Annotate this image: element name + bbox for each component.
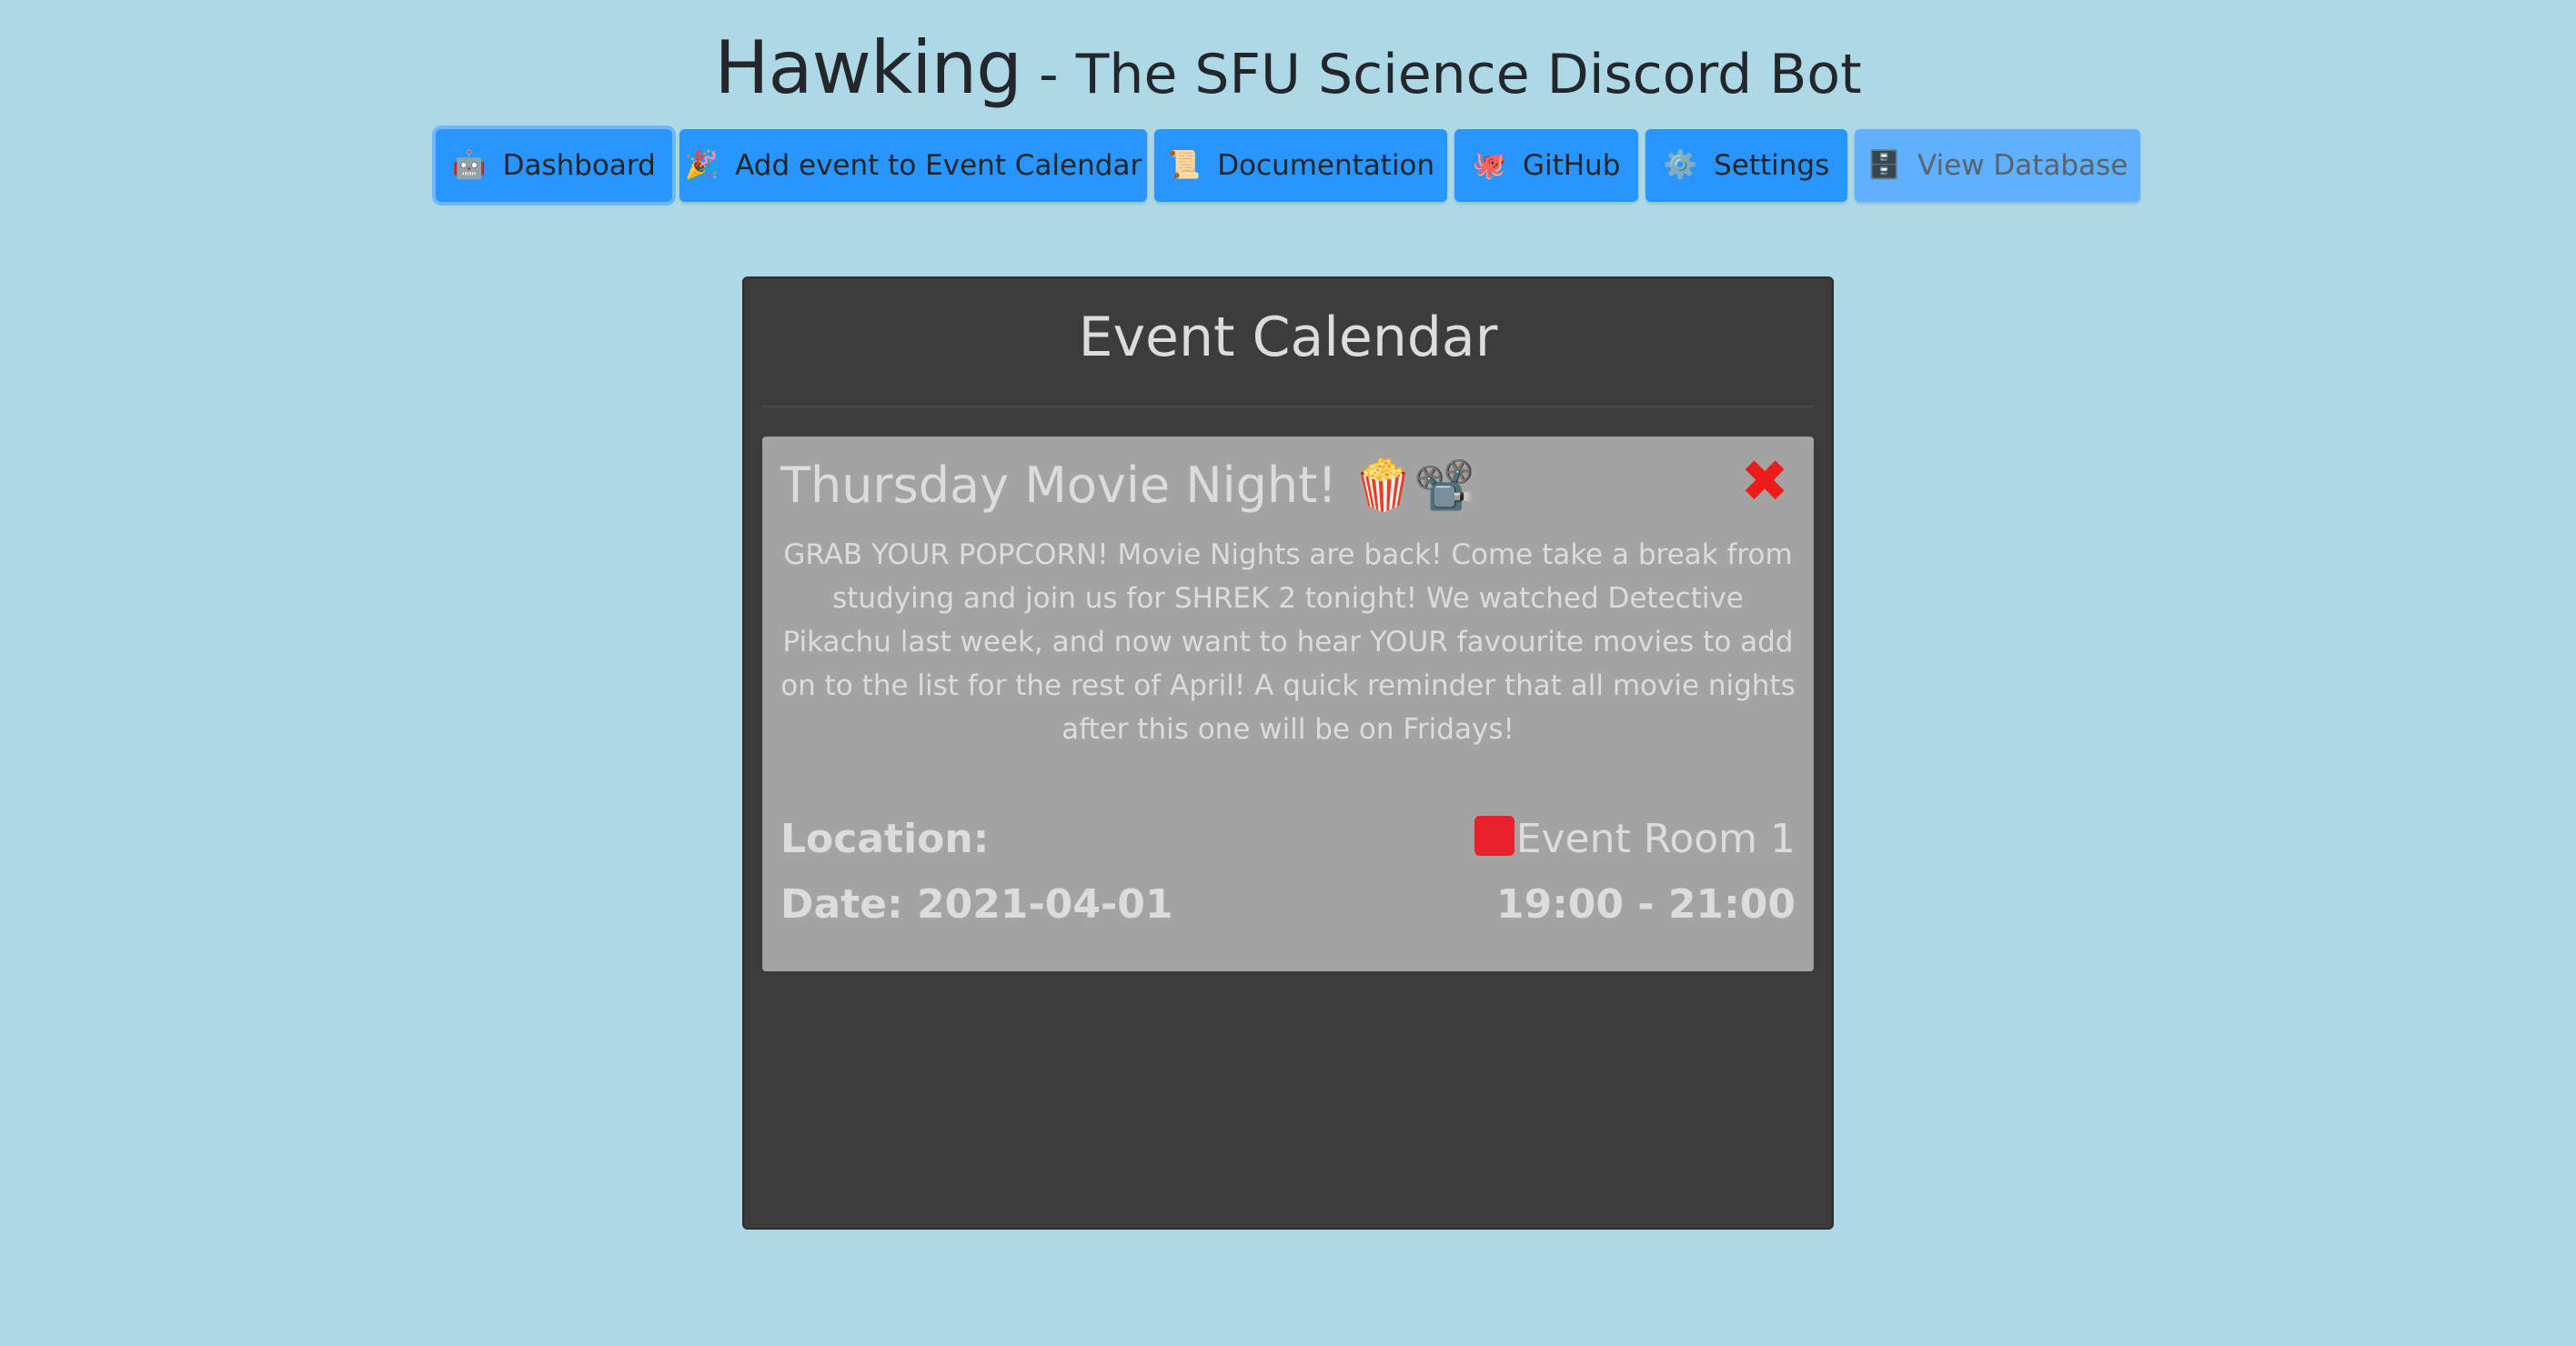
robot-icon: 🤖 — [452, 149, 487, 181]
event-calendar-title: Event Calendar — [1078, 306, 1498, 369]
documentation-button-label: Documentation — [1217, 149, 1435, 182]
github-button-label: GitHub — [1522, 149, 1621, 182]
brand-name: Hawking — [714, 25, 1022, 110]
documentation-button[interactable]: 📜 Documentation — [1154, 129, 1447, 202]
event-location: Event Room 1 — [1474, 815, 1796, 862]
event-time: 19:00 - 21:00 — [1495, 880, 1796, 928]
gear-icon: ⚙️ — [1663, 149, 1698, 181]
event-title: Thursday Movie Night! 🍿📽️ — [780, 457, 1475, 514]
event-location-row: Location: Event Room 1 — [780, 811, 1796, 866]
event-date: Date: 2021-04-01 — [780, 880, 1173, 928]
event-calendar-panel: Event Calendar Thursday Movie Night! 🍿📽️… — [742, 276, 1834, 1230]
settings-button[interactable]: ⚙️ Settings — [1645, 129, 1847, 202]
add-event-button[interactable]: 🎉 Add event to Event Calendar — [679, 129, 1147, 202]
event-location-label: Location: — [780, 815, 990, 862]
close-icon[interactable]: ✖ — [1737, 453, 1792, 511]
dashboard-button-label: Dashboard — [502, 149, 656, 182]
event-card: Thursday Movie Night! 🍿📽️ ✖ GRAB YOUR PO… — [762, 437, 1814, 971]
view-database-button-label: View Database — [1917, 149, 2128, 182]
page: Hawking - The SFU Science Discord Bot 🤖 … — [0, 0, 2576, 1346]
nav-bar: 🤖 Dashboard 🎉 Add event to Event Calenda… — [436, 129, 2140, 202]
add-event-button-label: Add event to Event Calendar — [735, 149, 1142, 182]
panel-divider — [762, 406, 1814, 407]
scroll-icon: 📜 — [1166, 149, 1202, 181]
settings-button-label: Settings — [1714, 149, 1830, 182]
file-cabinet-icon: 🗄️ — [1867, 149, 1901, 181]
event-location-value: Event Room 1 — [1515, 815, 1796, 862]
dashboard-button[interactable]: 🤖 Dashboard — [436, 129, 672, 202]
event-date-row: Date: 2021-04-01 19:00 - 21:00 — [780, 877, 1796, 931]
octopus-icon: 🐙 — [1472, 149, 1506, 181]
page-header: Hawking - The SFU Science Discord Bot — [0, 25, 2576, 110]
brand-tagline: - The SFU Science Discord Bot — [1021, 43, 1862, 106]
party-popper-icon: 🎉 — [684, 149, 719, 181]
event-description: GRAB YOUR POPCORN! Movie Nights are back… — [780, 538, 1796, 746]
view-database-button[interactable]: 🗄️ View Database — [1855, 129, 2140, 202]
github-button[interactable]: 🐙 GitHub — [1454, 129, 1638, 202]
red-square-icon — [1474, 815, 1514, 856]
